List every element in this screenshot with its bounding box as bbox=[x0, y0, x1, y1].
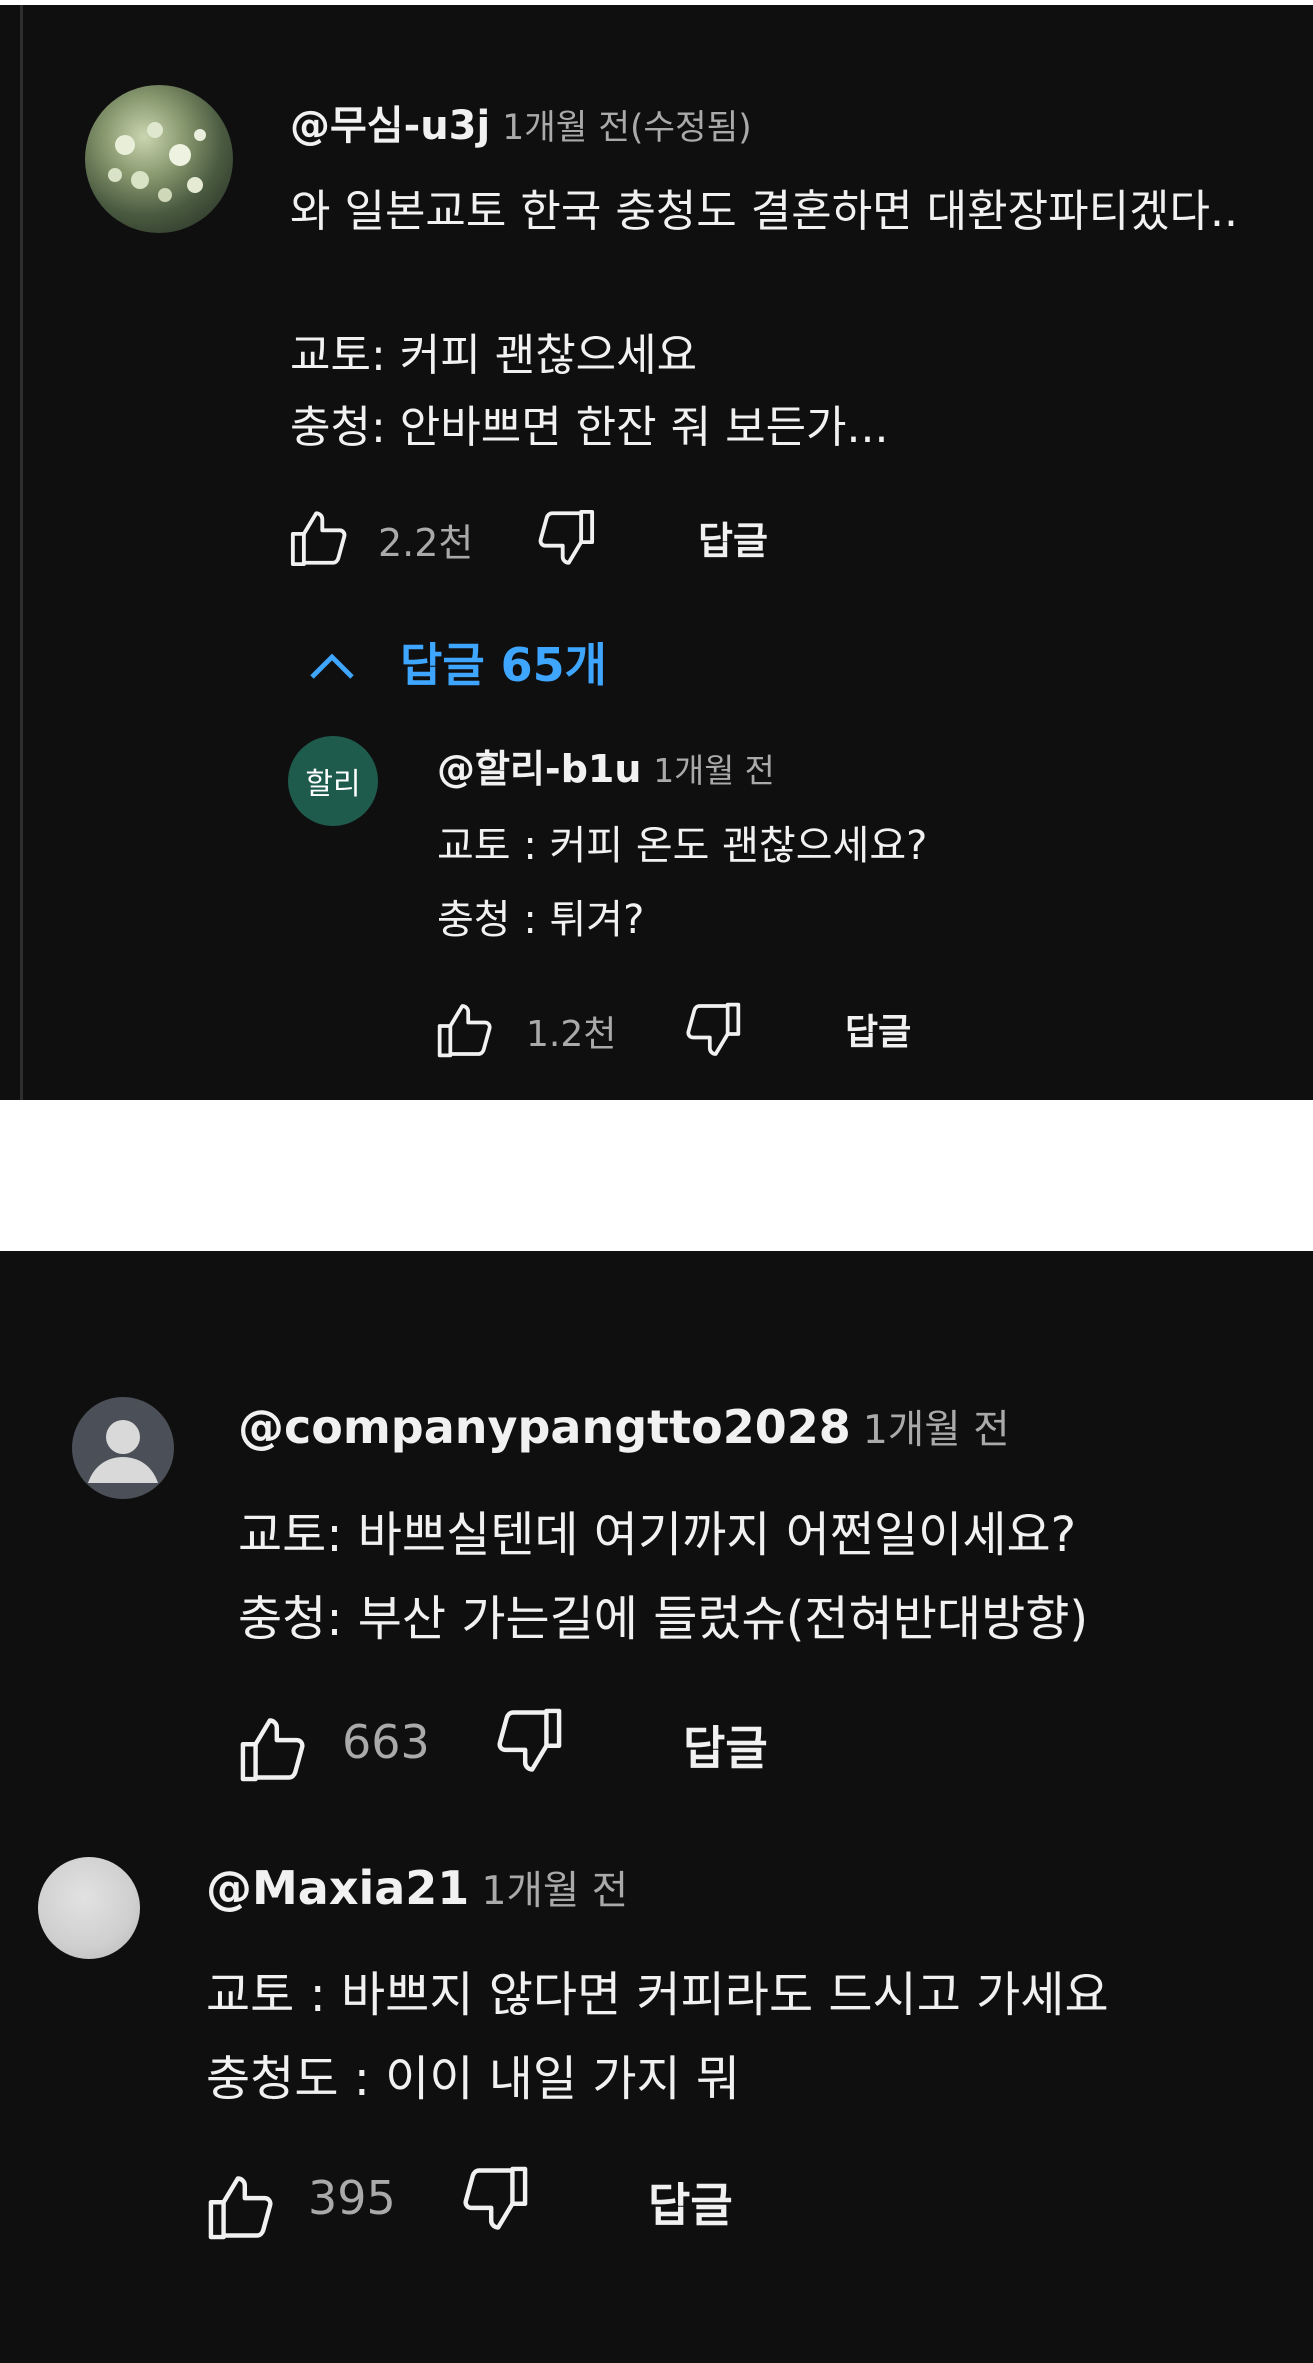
reply-text-line-1: 교토 : 커피 온도 괜찮으세요? bbox=[437, 823, 928, 869]
comment-text-line-1: 교토 : 바쁘지 않다면 커피라도 드시고 가세요 bbox=[206, 1967, 1109, 2023]
commenter-handle[interactable]: @companypangtto2028 bbox=[238, 1400, 851, 1454]
thumbs-down-icon[interactable] bbox=[680, 998, 746, 1062]
reply-handle[interactable]: @할리-b1u bbox=[437, 747, 641, 791]
thumbs-up-icon[interactable] bbox=[202, 2169, 280, 2245]
reply-button[interactable]: 답글 bbox=[648, 2169, 733, 2235]
comment-header: @Maxia21 1개월 전 bbox=[206, 1859, 628, 1916]
reply-button[interactable]: 답글 bbox=[683, 1712, 768, 1778]
comment-list-panel: @companypangtto2028 1개월 전 교토: 바쁘실텐데 여기까지 … bbox=[0, 1251, 1313, 2363]
thumbs-down-icon[interactable] bbox=[532, 505, 600, 571]
commenter-avatar[interactable] bbox=[38, 1857, 140, 1959]
comment-header: @companypangtto2028 1개월 전 bbox=[238, 1398, 1010, 1455]
reply-avatar-initials: 할리 bbox=[305, 767, 361, 802]
like-count: 395 bbox=[308, 2171, 396, 2225]
comment-thread-panel: @무심-u3j 1개월 전(수정됨) 와 일본교토 한국 충청도 결혼하면 대환장… bbox=[0, 5, 1313, 1100]
comment-timestamp[interactable]: 1개월 전 bbox=[481, 1868, 628, 1914]
comment-text-line-3: 교토: 커피 괜찮으세요 bbox=[290, 330, 698, 381]
thumbs-down-icon[interactable] bbox=[456, 2161, 534, 2237]
chevron-up-icon[interactable] bbox=[306, 645, 358, 685]
reply-avatar[interactable]: 할리 bbox=[288, 736, 378, 826]
commenter-handle[interactable]: @Maxia21 bbox=[206, 1861, 469, 1915]
reply-timestamp[interactable]: 1개월 전 bbox=[653, 752, 774, 790]
thumbs-up-icon[interactable] bbox=[285, 505, 353, 571]
comment-text-line-1: 교토: 바쁘실텐데 여기까지 어쩐일이세요? bbox=[238, 1507, 1077, 1563]
commenter-handle[interactable]: @무심-u3j bbox=[290, 103, 490, 149]
thumbs-down-icon[interactable] bbox=[490, 1703, 568, 1779]
commenter-avatar[interactable] bbox=[85, 85, 233, 233]
like-count: 663 bbox=[342, 1715, 430, 1769]
reply-header: @할리-b1u 1개월 전 bbox=[437, 738, 775, 793]
replies-toggle-button[interactable]: 답글 65개 bbox=[400, 629, 607, 695]
reply-button[interactable]: 답글 bbox=[845, 1003, 911, 1055]
thread-rail bbox=[20, 5, 23, 1100]
comment-text-line-2: 충청도 : 이이 내일 가지 뭐 bbox=[206, 2051, 741, 2107]
like-count: 1.2천 bbox=[526, 1014, 617, 1055]
thumbs-up-icon[interactable] bbox=[432, 998, 498, 1062]
comment-timestamp[interactable]: 1개월 전 bbox=[863, 1407, 1010, 1453]
thumbs-up-icon[interactable] bbox=[234, 1711, 312, 1787]
reply-button[interactable]: 답글 bbox=[698, 510, 768, 565]
avatar-flowers-image bbox=[108, 122, 206, 202]
reply-text-line-2: 충청 : 튀겨? bbox=[437, 897, 645, 943]
comment-text-line-4: 충청: 안바쁘면 한잔 줘 보든가... bbox=[290, 402, 889, 453]
comment-timestamp[interactable]: 1개월 전(수정됨) bbox=[502, 108, 751, 148]
comment-header: @무심-u3j 1개월 전(수정됨) bbox=[290, 93, 752, 151]
like-count: 2.2천 bbox=[378, 521, 474, 565]
comment-text-line-1: 와 일본교토 한국 충청도 결혼하면 대환장파티겠다.. bbox=[290, 186, 1238, 237]
default-avatar-icon[interactable] bbox=[72, 1397, 174, 1499]
comment-text-line-2: 충청: 부산 가는길에 들렀슈(전혀반대방향) bbox=[238, 1591, 1089, 1647]
